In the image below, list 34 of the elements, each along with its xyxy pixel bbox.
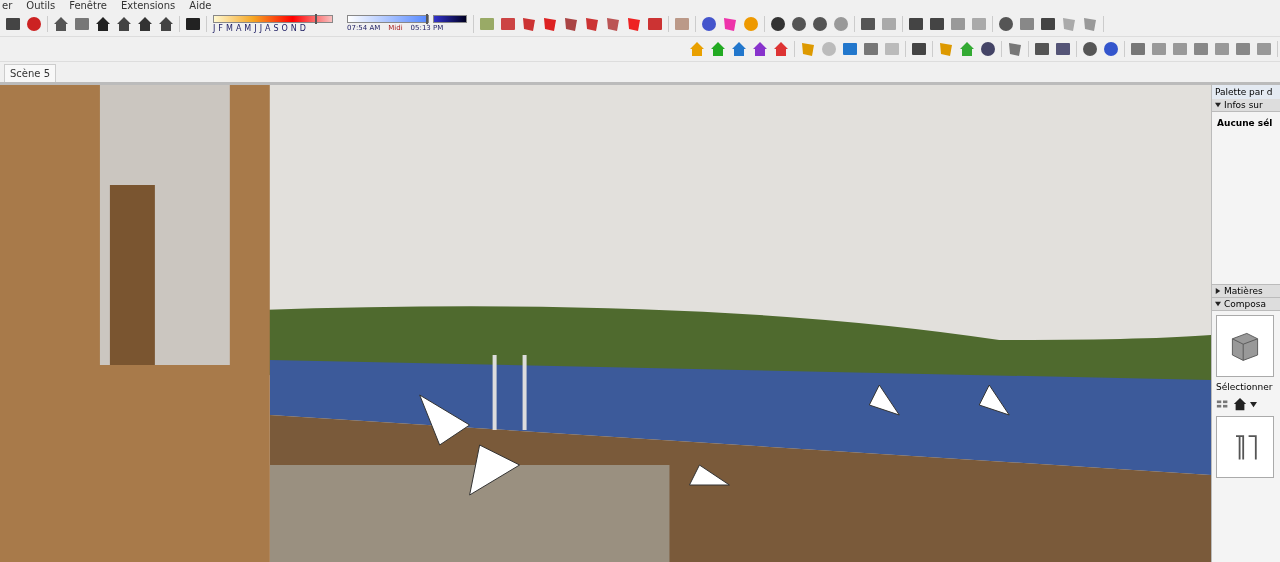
scene-tab[interactable]: Scène 5 bbox=[4, 64, 57, 82]
month-label: D bbox=[299, 24, 306, 33]
selection-info: Aucune sél bbox=[1217, 118, 1274, 128]
month-label: M bbox=[244, 24, 252, 33]
month-label: F bbox=[218, 24, 223, 33]
tray-title: Palette par d bbox=[1212, 85, 1280, 99]
house-icon[interactable] bbox=[1233, 397, 1248, 411]
select-tab[interactable]: Sélectionner bbox=[1216, 382, 1276, 392]
house-icon[interactable] bbox=[116, 16, 132, 32]
month-label: M bbox=[225, 24, 233, 33]
house-icon[interactable] bbox=[95, 16, 111, 32]
menu-item[interactable]: Fenêtre bbox=[69, 0, 107, 12]
menu-item[interactable]: Aide bbox=[189, 0, 212, 12]
month-label: J bbox=[259, 24, 262, 33]
month-label: A bbox=[235, 24, 242, 33]
menu-item[interactable]: Outils bbox=[26, 0, 56, 12]
menu-item[interactable]: Extensions bbox=[121, 0, 176, 12]
month-label: S bbox=[273, 24, 279, 33]
house-icon[interactable] bbox=[53, 16, 69, 32]
caret-icon[interactable] bbox=[1250, 400, 1258, 408]
house-icon[interactable] bbox=[137, 16, 153, 32]
time-bar bbox=[433, 15, 467, 23]
month-label: A bbox=[265, 24, 271, 33]
panel-header[interactable]: Infos sur bbox=[1212, 99, 1280, 112]
house-icon[interactable] bbox=[158, 16, 174, 32]
month-label: J bbox=[254, 24, 257, 33]
panel-header[interactable]: Matières bbox=[1212, 285, 1280, 298]
time-slider[interactable] bbox=[347, 15, 429, 23]
month-slider[interactable] bbox=[213, 15, 333, 23]
month-label: N bbox=[290, 24, 297, 33]
month-label: J bbox=[213, 24, 216, 33]
menu-item[interactable]: er bbox=[2, 0, 13, 12]
month-label: O bbox=[281, 24, 288, 33]
panel-header[interactable]: Composa bbox=[1212, 298, 1280, 311]
